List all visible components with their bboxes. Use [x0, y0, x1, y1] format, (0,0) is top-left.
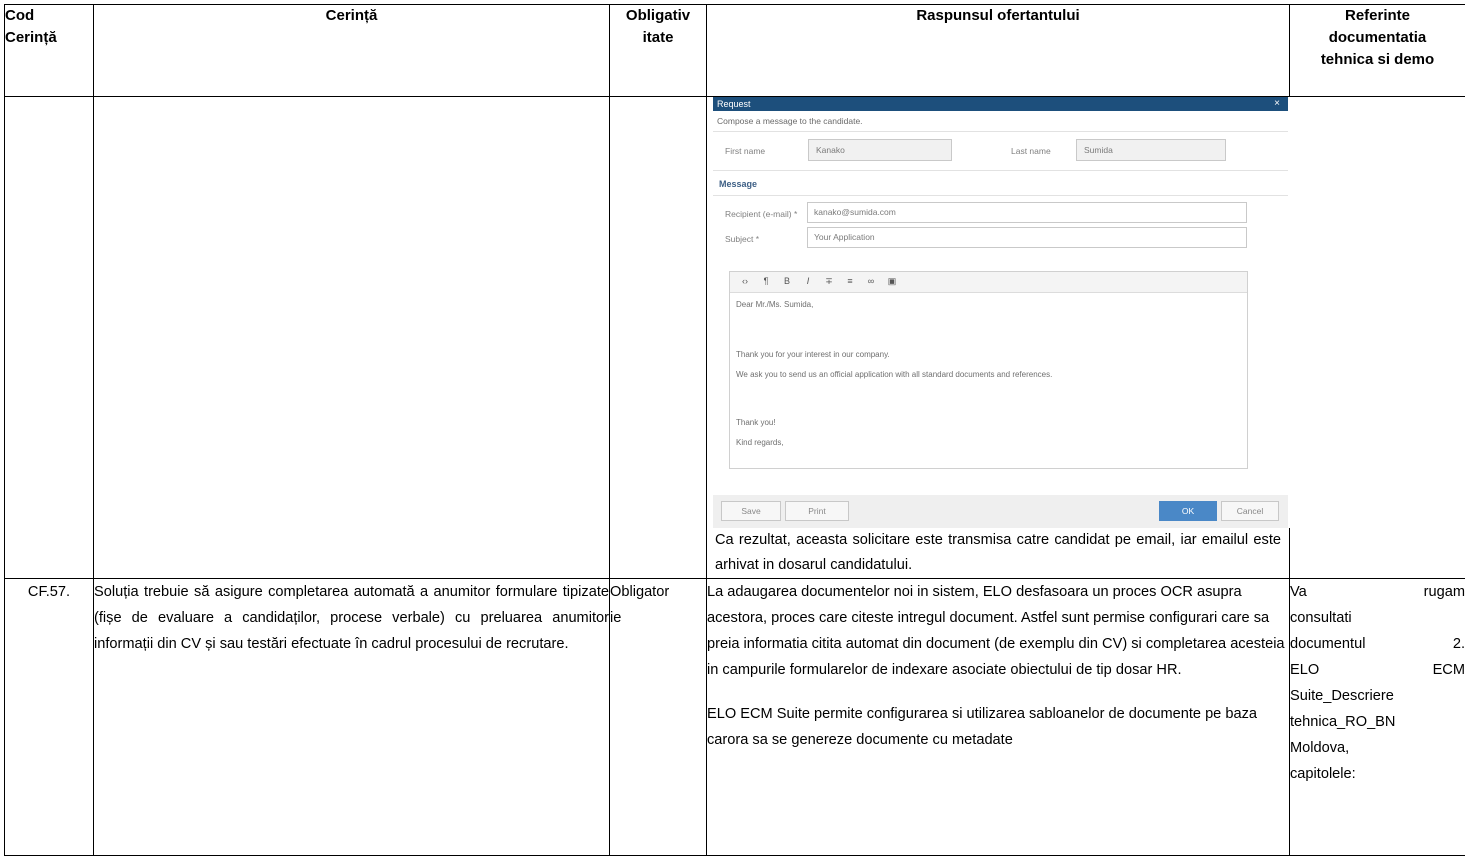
message-line: Dear Mr./Ms. Sumida, — [736, 300, 813, 309]
references-word: ELO — [1290, 657, 1319, 683]
dialog-titlebar: Request × — [713, 97, 1288, 111]
header-references-line2: documentatia — [1290, 27, 1465, 49]
paragraph-icon[interactable]: ¶ — [759, 274, 773, 288]
link-icon[interactable]: ∞ — [864, 274, 878, 288]
response-paragraph-1: La adaugarea documentelor noi in sistem,… — [707, 579, 1289, 683]
requirements-table: Cod Cerință Cerință Obligativ itate Rasp… — [4, 4, 1465, 856]
requirement-text: Soluția trebuie să asigure completarea a… — [94, 579, 610, 856]
last-name-value: Sumida — [1084, 145, 1113, 155]
subject-label: Subject * — [725, 234, 759, 244]
last-name-field[interactable]: Sumida — [1076, 139, 1226, 161]
row1-obligativity-cell — [610, 97, 707, 579]
obligativity-line1: Obligator — [610, 579, 706, 605]
references-line: capitolele: — [1290, 761, 1465, 787]
references-text: Va rugam consultati documentul 2. ELO ECM S… — [1290, 579, 1465, 856]
references-word: Va — [1290, 579, 1307, 605]
references-line: ELO ECM — [1290, 657, 1465, 683]
first-name-value: Kanako — [816, 145, 845, 155]
ok-button[interactable]: OK — [1159, 501, 1217, 521]
references-line: tehnica_RO_BN — [1290, 709, 1465, 735]
table-row: Request × Compose a message to the candi… — [5, 97, 1465, 579]
cancel-button[interactable]: Cancel — [1221, 501, 1279, 521]
references-word: 2. — [1453, 631, 1465, 657]
image-icon[interactable]: ▣ — [885, 274, 899, 288]
divider — [713, 195, 1288, 196]
obligativity-line2: ie — [610, 605, 706, 631]
header-references: Referinte documentatia tehnica si demo — [1290, 5, 1465, 97]
references-line: Moldova, — [1290, 735, 1465, 761]
subject-field[interactable]: Your Application — [807, 227, 1247, 248]
header-code: Cod Cerință — [5, 5, 94, 97]
row1-references-cell — [1290, 97, 1465, 579]
header-obligativity-line2: itate — [610, 27, 706, 49]
row1-requirement-cell — [94, 97, 610, 579]
references-word: documentul — [1290, 631, 1365, 657]
response-paragraph-2: ELO ECM Suite permite configurarea si ut… — [707, 701, 1289, 753]
close-icon[interactable]: × — [1274, 98, 1280, 109]
first-name-label: First name — [725, 146, 765, 156]
response-text: La adaugarea documentelor noi in sistem,… — [707, 579, 1290, 856]
recipient-value: kanako@sumida.com — [814, 207, 896, 217]
header-code-line1: Cod — [5, 5, 93, 27]
first-name-field[interactable]: Kanako — [808, 139, 952, 161]
result-text: Ca rezultat, aceasta solicitare este tra… — [707, 528, 1289, 578]
list-icon[interactable]: ≡ — [843, 274, 857, 288]
references-line: Va rugam — [1290, 579, 1465, 605]
row1-response-cell: Request × Compose a message to the candi… — [707, 97, 1290, 579]
row1-code-cell — [5, 97, 94, 579]
header-obligativity-line1: Obligativ — [610, 5, 706, 27]
divider — [713, 170, 1288, 171]
dialog-footer: Save Print OK Cancel — [713, 495, 1288, 528]
table-row: CF.57. Soluția trebuie să asigure comple… — [5, 579, 1465, 856]
message-line: Thank you! — [736, 418, 776, 427]
save-button[interactable]: Save — [721, 501, 781, 521]
recipient-field[interactable]: kanako@sumida.com — [807, 202, 1247, 223]
message-section-title: Message — [719, 179, 757, 189]
editor-toolbar: ‹› ¶ B I ∓ ≡ ∞ ▣ — [730, 272, 1247, 293]
message-line: Kind regards, — [736, 438, 784, 447]
header-response: Raspunsul ofertantului — [707, 5, 1290, 97]
header-row: Cod Cerință Cerință Obligativ itate Rasp… — [5, 5, 1465, 97]
source-code-icon[interactable]: ‹› — [738, 274, 752, 288]
message-editor[interactable]: ‹› ¶ B I ∓ ≡ ∞ ▣ Dear Mr./Ms. Sumida, Th… — [729, 271, 1248, 469]
bold-icon[interactable]: B — [780, 274, 794, 288]
references-word: rugam — [1424, 579, 1465, 605]
references-word: ECM — [1433, 657, 1465, 683]
header-references-line1: Referinte — [1290, 5, 1465, 27]
message-line: We ask you to send us an official applic… — [736, 370, 1052, 379]
references-line: Suite_Descriere — [1290, 683, 1465, 709]
divider — [713, 131, 1288, 132]
references-line: documentul 2. — [1290, 631, 1465, 657]
dialog-title: Request — [717, 99, 751, 109]
italic-icon[interactable]: I — [801, 274, 815, 288]
header-requirement: Cerință — [94, 5, 610, 97]
dialog-intro: Compose a message to the candidate. — [717, 116, 863, 126]
recipient-label: Recipient (e-mail) * — [725, 209, 797, 219]
message-line: Thank you for your interest in our compa… — [736, 350, 890, 359]
strikethrough-icon[interactable]: ∓ — [822, 274, 836, 288]
subject-value: Your Application — [814, 232, 875, 242]
header-references-line3: tehnica si demo — [1290, 49, 1465, 71]
header-obligativity: Obligativ itate — [610, 5, 707, 97]
request-dialog-screenshot: Request × Compose a message to the candi… — [713, 97, 1294, 528]
header-code-line2: Cerință — [5, 27, 93, 49]
print-button[interactable]: Print — [785, 501, 849, 521]
obligativity-value: Obligator ie — [610, 579, 707, 856]
requirement-code: CF.57. — [5, 579, 94, 856]
references-line: consultati — [1290, 605, 1465, 631]
last-name-label: Last name — [1011, 146, 1051, 156]
